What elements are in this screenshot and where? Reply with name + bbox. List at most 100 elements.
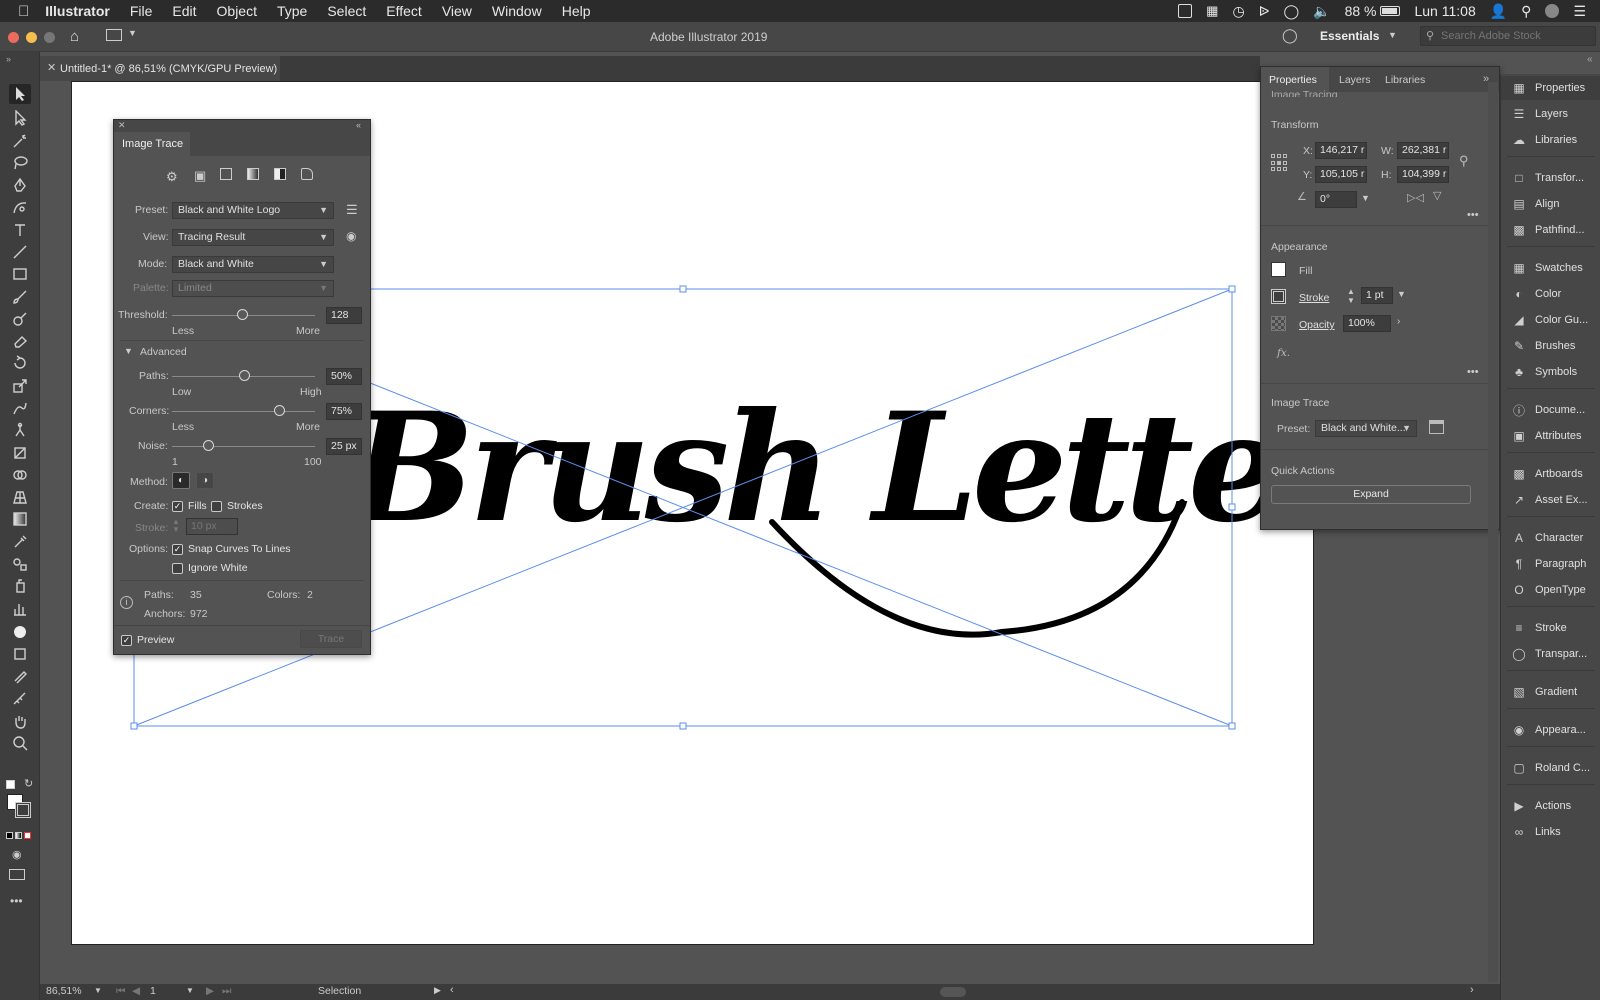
- curvature-tool[interactable]: [9, 197, 31, 217]
- drawing-mode-icon[interactable]: ◉: [12, 848, 22, 861]
- dock-item-pathfinder[interactable]: ▩ Pathfind...: [1501, 218, 1600, 242]
- dock-item-symbols[interactable]: ♣ Symbols: [1501, 360, 1600, 384]
- noise-slider-track[interactable]: [172, 446, 315, 447]
- stroke-swatch[interactable]: [15, 802, 31, 818]
- threshold-slider-knob[interactable]: [237, 309, 249, 320]
- fx-button[interactable]: fx.: [1277, 347, 1290, 359]
- scale-tool[interactable]: [9, 376, 31, 396]
- horizontal-scrollbar-thumb[interactable]: [940, 987, 966, 997]
- hand-tool[interactable]: [9, 711, 31, 731]
- ignore-white-checkbox[interactable]: [172, 563, 183, 574]
- ellipse-fill-swatch[interactable]: [9, 622, 31, 642]
- stroke-weight-input[interactable]: 1 pt: [1361, 287, 1393, 304]
- adobe-cc-icon[interactable]: [1178, 4, 1193, 18]
- screen-mode-icon[interactable]: [9, 869, 25, 880]
- reference-point-icon[interactable]: [1271, 154, 1289, 172]
- menu-view[interactable]: View: [442, 3, 472, 19]
- current-tool-label[interactable]: Selection: [318, 985, 361, 997]
- gradient-tool[interactable]: [9, 509, 31, 529]
- dock-item-attributes[interactable]: ▣ Attributes: [1501, 424, 1600, 448]
- rotate-angle-input[interactable]: 0°: [1315, 191, 1357, 208]
- window-zoom-button[interactable]: [44, 32, 55, 43]
- zoom-chevron-icon[interactable]: ▼: [94, 986, 102, 995]
- paintbrush-tool[interactable]: [9, 287, 31, 307]
- rectangle-tool[interactable]: [9, 264, 31, 284]
- more-options-icon[interactable]: •••: [1467, 366, 1479, 378]
- high-color-icon[interactable]: ▣: [194, 168, 206, 184]
- menu-file[interactable]: File: [130, 3, 153, 19]
- dock-item-character[interactable]: A Character: [1501, 526, 1600, 550]
- opacity-input[interactable]: 100%: [1343, 315, 1391, 332]
- angle-chevron-icon[interactable]: ▼: [1361, 193, 1370, 203]
- eye-icon[interactable]: ◉: [346, 229, 356, 243]
- workspace-switcher[interactable]: Essentials: [1320, 29, 1379, 43]
- slice-tool[interactable]: [9, 666, 31, 686]
- none-swatch-icon[interactable]: [24, 832, 31, 839]
- battery-icon[interactable]: [1380, 6, 1401, 16]
- arrange-documents-icon[interactable]: [106, 29, 122, 41]
- menu-type[interactable]: Type: [277, 3, 307, 19]
- stock-search-input[interactable]: [1441, 29, 1591, 43]
- threshold-input[interactable]: 128: [326, 307, 362, 324]
- volume-icon[interactable]: 🔈: [1313, 3, 1330, 20]
- dock-item-links[interactable]: ∞ Links: [1501, 820, 1600, 844]
- notification-center-icon[interactable]: ☰: [1573, 3, 1586, 20]
- magic-wand-tool[interactable]: [9, 131, 31, 151]
- scroll-right-icon[interactable]: ›: [1470, 984, 1474, 996]
- symbol-sprayer-tool[interactable]: [9, 576, 31, 596]
- direct-selection-tool[interactable]: [9, 108, 31, 128]
- advanced-toggle[interactable]: Advanced: [140, 346, 187, 358]
- tab-libraries[interactable]: Libraries: [1385, 74, 1425, 86]
- corners-slider-track[interactable]: [172, 411, 315, 412]
- fill-swatch[interactable]: [1271, 262, 1286, 277]
- swap-colors-icon[interactable]: ↻: [24, 777, 33, 790]
- color-mode-icons[interactable]: [6, 832, 31, 839]
- opacity-link[interactable]: Opacity: [1299, 319, 1335, 331]
- close-panel-icon[interactable]: ✕: [118, 120, 126, 131]
- grayscale-icon[interactable]: [247, 168, 259, 180]
- abutting-method-button[interactable]: ◐: [172, 472, 190, 489]
- menu-window[interactable]: Window: [492, 3, 542, 19]
- pen-tool[interactable]: [9, 175, 31, 195]
- warp-tool[interactable]: [9, 398, 31, 418]
- constrain-proportions-icon[interactable]: ⚲: [1459, 153, 1469, 169]
- dock-item-color[interactable]: ◐ Color: [1501, 282, 1600, 306]
- grid-icon[interactable]: ▦: [1206, 3, 1218, 19]
- dock-item-layers[interactable]: ☰ Layers: [1501, 102, 1600, 126]
- edit-toolbar-icon[interactable]: •••: [10, 894, 23, 908]
- workspace-chevron-icon[interactable]: ▼: [1388, 30, 1397, 40]
- user-icon[interactable]: 👤: [1490, 3, 1507, 20]
- eraser-tool[interactable]: [9, 331, 31, 351]
- window-minimize-button[interactable]: [26, 32, 37, 43]
- stroke-swatch[interactable]: [1271, 289, 1286, 304]
- artboard-tool[interactable]: [9, 644, 31, 664]
- dock-item-transparency[interactable]: ◯ Transpar...: [1501, 642, 1600, 666]
- collapse-panel-icon[interactable]: «: [356, 120, 361, 130]
- stroke-stepper-icon[interactable]: ▲ ▼: [1347, 287, 1355, 305]
- strokes-checkbox[interactable]: [211, 501, 222, 512]
- spotlight-search-icon[interactable]: ⚲: [1521, 3, 1531, 20]
- scroll-left-icon[interactable]: ‹: [450, 984, 454, 996]
- h-input[interactable]: 104,399 r: [1397, 166, 1449, 183]
- dock-item-properties[interactable]: ▦ Properties: [1501, 76, 1600, 100]
- toolbar-collapse-icon[interactable]: »: [6, 54, 11, 64]
- artboard-chevron-icon[interactable]: ▼: [186, 986, 194, 995]
- outline-icon[interactable]: [301, 168, 313, 180]
- dock-item-paragraph[interactable]: ¶ Paragraph: [1501, 552, 1600, 576]
- dock-item-transform[interactable]: □ Transfor...: [1501, 166, 1600, 190]
- corners-input[interactable]: 75%: [326, 403, 362, 420]
- zoom-field[interactable]: 86,51%: [46, 985, 92, 997]
- auto-color-icon[interactable]: ⚙: [166, 169, 178, 185]
- bluetooth-icon[interactable]: ᐉ: [1259, 3, 1270, 20]
- dock-item-gradient[interactable]: ▧ Gradient: [1501, 680, 1600, 704]
- status-menu-icon[interactable]: ▶: [434, 985, 441, 996]
- corners-slider-knob[interactable]: [274, 405, 286, 416]
- noise-slider-knob[interactable]: [202, 440, 214, 451]
- y-input[interactable]: 105,105 r: [1315, 166, 1367, 183]
- artboard-number-field[interactable]: 1: [150, 985, 180, 997]
- clock[interactable]: Lun 11:08: [1414, 3, 1475, 19]
- stock-search-field[interactable]: ⚲: [1420, 26, 1596, 46]
- paths-input[interactable]: 50%: [326, 368, 362, 385]
- close-tab-icon[interactable]: ✕: [47, 61, 56, 74]
- advanced-toggle-icon[interactable]: ▼: [124, 346, 133, 356]
